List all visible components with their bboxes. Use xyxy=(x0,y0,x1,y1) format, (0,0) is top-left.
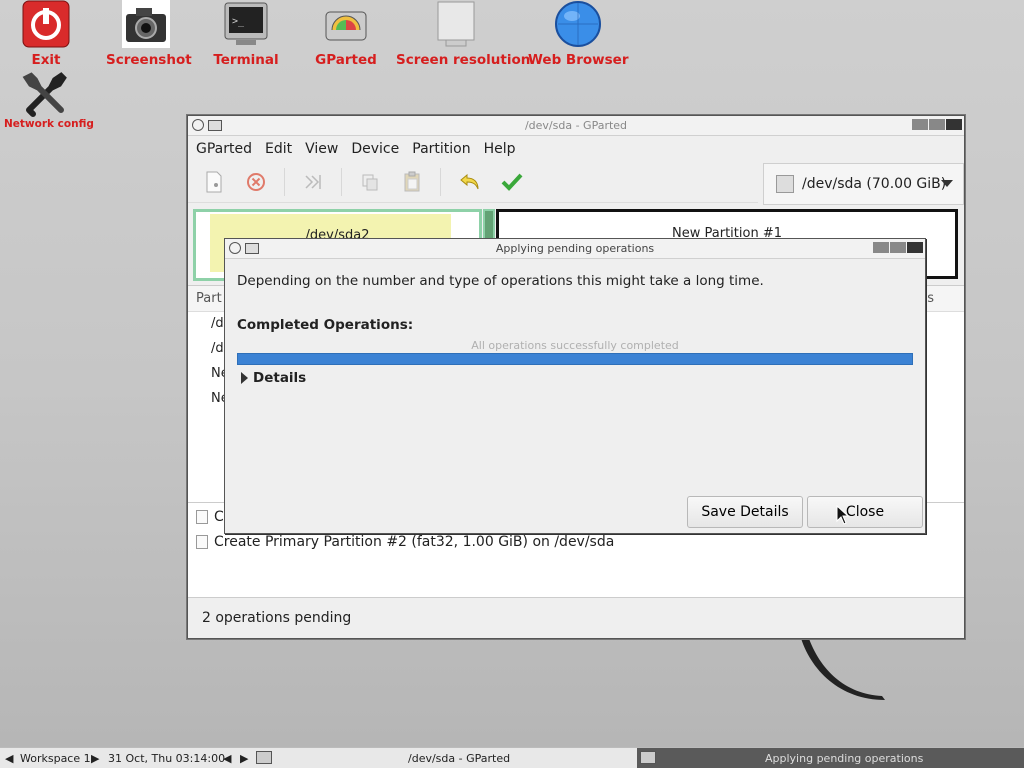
copy-icon xyxy=(362,174,378,191)
toolbar xyxy=(188,162,758,203)
desktop-icon-label: GParted xyxy=(315,52,377,68)
paste-icon xyxy=(404,171,420,192)
title-bar[interactable]: /dev/sda - GParted xyxy=(188,116,964,136)
chevron-down-icon xyxy=(941,180,953,187)
menu-edit[interactable]: Edit xyxy=(265,141,301,157)
progress-text: All operations successfully completed xyxy=(471,339,679,352)
desktop-icon-terminal[interactable]: >_ Terminal xyxy=(206,0,286,68)
desktop-icon-label: Terminal xyxy=(213,52,279,68)
drive-icon xyxy=(776,175,794,193)
device-selector[interactable]: /dev/sda (70.00 GiB) xyxy=(763,163,964,205)
minimize-button[interactable] xyxy=(873,242,889,253)
column-header-partition[interactable]: Part xyxy=(196,291,222,306)
terminal-icon: >_ xyxy=(222,0,270,48)
close-window-button[interactable] xyxy=(907,242,923,253)
close-button[interactable]: Close xyxy=(807,496,923,528)
desktop-icon-screenshot[interactable]: Screenshot xyxy=(106,0,192,68)
clock: 31 Oct, Thu 03:14:00 xyxy=(108,752,226,765)
document-icon xyxy=(196,510,208,524)
taskbar: ◀ Workspace 1 ▶ 31 Oct, Thu 03:14:00 ◀ ▶… xyxy=(0,747,1024,768)
desktop-icon-web-browser[interactable]: Web Browser xyxy=(528,0,628,68)
desktop-icon-label: Web Browser xyxy=(528,52,629,68)
desktop-icon-label: Network config xyxy=(4,118,94,130)
column-header-flags[interactable]: s xyxy=(927,291,934,306)
status-bar: 2 operations pending xyxy=(188,597,964,638)
status-text: 2 operations pending xyxy=(202,610,352,626)
close-window-button[interactable] xyxy=(946,119,962,130)
resize-move-button[interactable] xyxy=(301,170,325,194)
power-icon xyxy=(22,0,70,48)
delete-icon xyxy=(247,173,265,191)
table-row[interactable]: /d xyxy=(211,316,224,331)
minimize-button[interactable] xyxy=(912,119,928,130)
details-label: Details xyxy=(253,370,307,386)
monitor-icon xyxy=(432,0,480,48)
progress-bar xyxy=(237,353,913,365)
new-partition-button[interactable] xyxy=(202,170,226,194)
desktop-icon-gparted[interactable]: GParted xyxy=(306,0,386,68)
workspace-prev-icon[interactable]: ◀ xyxy=(5,752,13,765)
undo-button[interactable] xyxy=(458,170,482,194)
wallpaper-swirl xyxy=(800,635,885,700)
disk-icon xyxy=(322,0,370,48)
monitor-icon xyxy=(640,751,656,764)
wrench-icon xyxy=(21,70,69,118)
resize-icon xyxy=(305,175,321,189)
dialog-title-bar[interactable]: Applying pending operations xyxy=(225,239,925,259)
toolbar-separator xyxy=(440,168,441,196)
task-prev-icon[interactable]: ◀ xyxy=(223,752,231,765)
task-next-icon[interactable]: ▶ xyxy=(240,752,248,765)
toolbar-separator xyxy=(284,168,285,196)
expander-arrow-icon xyxy=(241,372,248,384)
taskbar-item-label: Applying pending operations xyxy=(765,752,924,765)
camera-icon xyxy=(122,0,170,48)
delete-partition-button[interactable] xyxy=(244,170,268,194)
desktop-icon-label: Exit xyxy=(31,52,61,68)
save-details-button[interactable]: Save Details xyxy=(687,496,803,528)
device-selector-label: /dev/sda (70.00 GiB) xyxy=(802,176,947,192)
paste-button[interactable] xyxy=(400,170,424,194)
apply-button[interactable] xyxy=(500,170,524,194)
taskbar-item-gparted[interactable]: /dev/sda - GParted xyxy=(408,752,510,765)
monitor-icon xyxy=(256,751,272,764)
document-icon xyxy=(196,535,208,549)
completed-operations-label: Completed Operations: xyxy=(237,317,414,333)
desktop-icon-label: Screen resolution xyxy=(396,52,531,68)
toolbar-separator xyxy=(341,168,342,196)
workspace-next-icon[interactable]: ▶ xyxy=(91,752,99,765)
dialog-title: Applying pending operations xyxy=(495,242,655,255)
operation-text: Create Primary Partition #2 (fat32, 1.00… xyxy=(214,534,615,550)
menu-partition[interactable]: Partition xyxy=(412,141,479,157)
new-document-icon xyxy=(206,171,222,193)
list-item[interactable]: Create Primary Partition #2 (fat32, 1.00… xyxy=(196,534,614,550)
workspace-label[interactable]: Workspace 1 xyxy=(20,752,91,765)
menu-bar: GParted Edit View Device Partition Help xyxy=(188,136,964,162)
menu-help[interactable]: Help xyxy=(484,141,525,157)
undo-icon xyxy=(460,173,479,190)
desktop-icon-network-config[interactable]: Network config xyxy=(4,70,94,130)
maximize-button[interactable] xyxy=(890,242,906,253)
progress-bar-fill xyxy=(238,354,912,364)
apply-operations-dialog: Applying pending operations Depending on… xyxy=(224,238,926,534)
mouse-cursor-icon xyxy=(836,505,850,525)
menu-view[interactable]: View xyxy=(305,141,347,157)
svg-text:>_: >_ xyxy=(232,16,245,27)
table-row[interactable]: /d xyxy=(211,341,224,356)
menu-device[interactable]: Device xyxy=(351,141,408,157)
taskbar-item-applying[interactable]: Applying pending operations xyxy=(637,748,1024,768)
globe-icon xyxy=(554,0,602,48)
details-expander[interactable]: Details xyxy=(241,370,306,386)
desktop-icon-screen-resolution[interactable]: Screen resolution xyxy=(396,0,531,68)
window-title: /dev/sda - GParted xyxy=(524,119,628,132)
dialog-description: Depending on the number and type of oper… xyxy=(237,273,764,289)
maximize-button[interactable] xyxy=(929,119,945,130)
checkmark-icon xyxy=(501,173,523,191)
copy-button[interactable] xyxy=(358,170,382,194)
desktop-icon-label: Screenshot xyxy=(106,52,192,68)
menu-gparted[interactable]: GParted xyxy=(196,141,261,157)
desktop-icon-exit[interactable]: Exit xyxy=(14,0,78,68)
